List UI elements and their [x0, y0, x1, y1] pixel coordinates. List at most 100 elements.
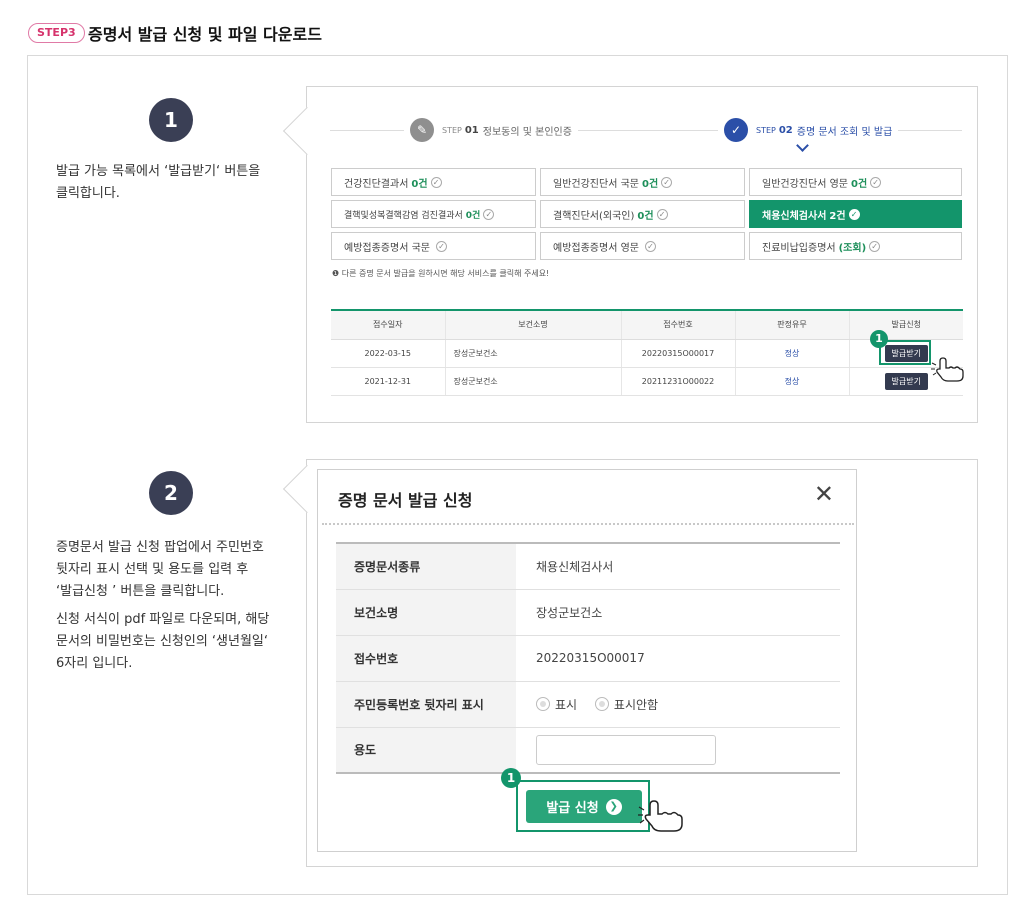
cert-name: 진료비납입증명서: [762, 242, 836, 254]
cert-grid: 건강진단결과서 0건 ✓ 일반건강진단서 국문 0건 ✓ 일반건강진단서 영문 0건 ✓ 결…: [331, 168, 962, 260]
purpose-cell: [516, 727, 840, 774]
desc-line: 클릭합니다.: [56, 186, 120, 201]
callout-marker: 1: [870, 330, 888, 348]
cell-date: 2022-03-15: [331, 339, 446, 368]
cert-item-active[interactable]: 채용신체검사서 2건 ✓: [749, 200, 962, 228]
section2-description: 증명문서 발급 신청 팝업에서 주민번호 뒷자리 표시 선택 및 용도를 입력 …: [56, 537, 296, 675]
cert-name: 결핵및성복결핵감염 검진결과서: [344, 210, 463, 221]
radio-hide[interactable]: [594, 697, 609, 711]
check-circle-icon: ✓: [435, 240, 447, 252]
cert-name: 일반건강진단서 국문: [553, 178, 639, 190]
step-title: 정보동의 및 본인인증: [482, 126, 572, 138]
cert-item[interactable]: 진료비납입증명서 (조회) ✓: [749, 232, 962, 260]
form-row: 용도: [336, 727, 840, 774]
cert-item[interactable]: 결핵진단서(외국인) 0건 ✓: [540, 200, 745, 228]
close-icon[interactable]: ✕: [814, 482, 834, 506]
cert-item[interactable]: 일반건강진단서 영문 0건 ✓: [749, 168, 962, 196]
form-row: 접수번호 20220315O00017: [336, 635, 840, 682]
step-label: STEP: [756, 125, 776, 135]
purpose-input[interactable]: [536, 734, 716, 765]
step-badge: STEP3: [28, 23, 85, 43]
cert-count: 0건: [641, 178, 659, 190]
cert-name: 결핵진단서(외국인): [553, 210, 635, 222]
section1-description: 발급 가능 목록에서 ‘발급받기‘ 버튼을 클릭합니다.: [56, 161, 296, 205]
cell-receipt: 20220315O00017: [621, 339, 736, 368]
desc-line: 증명문서 발급 신청 팝업에서 주민번호: [56, 540, 264, 555]
check-circle-icon: ✓: [430, 176, 442, 188]
submit-label: 발급 신청: [546, 801, 599, 816]
cell-result: 정상: [735, 339, 850, 368]
radio-show[interactable]: [536, 697, 550, 711]
notice-text: ❶ 다른 증명 문서 발급을 원하시면 해당 서비스를 클릭해 주세요!: [332, 269, 550, 278]
field-label: 접수번호: [336, 635, 516, 682]
cert-item[interactable]: 건강진단결과서 0건 ✓: [331, 168, 536, 196]
form-row: 주민등록번호 뒷자리 표시 표시 표시안함: [336, 681, 840, 728]
desc-line: 발급 가능 목록에서 ‘발급받기‘ 버튼을: [56, 164, 261, 179]
radio-label: 표시: [555, 697, 578, 712]
column-header: 보건소명: [445, 310, 622, 340]
step-02[interactable]: ✓ STEP 02 증명 문서 조회 및 발급: [718, 118, 899, 142]
field-label: 보건소명: [336, 589, 516, 636]
field-label: 증명문서종류: [336, 543, 516, 590]
cert-count: 0건: [411, 178, 428, 190]
download-highlight: [879, 340, 931, 365]
check-circle-icon: ✓: [656, 208, 668, 220]
check-circle-icon: ✓: [870, 176, 882, 188]
step-title: 증명 문서 조회 및 발급: [796, 126, 893, 138]
cell-result: 정상: [735, 367, 850, 396]
issuance-table: 접수일자 보건소명 접수번호 판정유무 발급신청 2022-03-15 장성군보…: [331, 309, 963, 396]
issue-form: 증명문서종류 채용신체검사서 보건소명 장성군보건소 접수번호 20220315…: [336, 542, 840, 774]
field-value: 장성군보건소: [516, 589, 840, 636]
column-header: 접수일자: [331, 310, 446, 340]
cert-item[interactable]: 예방접종증명서 국문 ✓: [331, 232, 536, 260]
check-circle-icon: ✓: [483, 208, 495, 220]
check-circle-icon: ✓: [661, 176, 673, 188]
column-header: 판정유무: [735, 310, 850, 340]
dotted-divider: [322, 523, 854, 525]
check-circle-icon: ✓: [848, 208, 860, 220]
cell-office: 장성군보건소: [445, 339, 622, 368]
step-label: STEP: [442, 125, 462, 135]
field-value: 채용신체검사서: [516, 543, 840, 590]
desc-line: 6자리 입니다.: [56, 656, 133, 671]
cert-item[interactable]: 결핵및성복결핵감염 검진결과서 0건 ✓: [331, 200, 536, 228]
cell-date: 2021-12-31: [331, 367, 446, 396]
step-number-2: 2: [149, 471, 193, 515]
table-row: 2022-03-15 장성군보건소 20220315O00017 정상 발급받기: [331, 339, 963, 368]
cert-count: (조회): [838, 242, 867, 254]
step-01[interactable]: ✎ STEP 01 정보동의 및 본인인증: [404, 118, 578, 142]
cert-count: 0건: [850, 178, 868, 190]
column-header: 접수번호: [621, 310, 736, 340]
check-circle-icon: ✓: [869, 240, 881, 252]
column-header: 발급신청: [849, 310, 963, 340]
cert-name: 일반건강진단서 영문: [762, 178, 848, 190]
ssn-display-options: 표시 표시안함: [516, 681, 840, 728]
arrow-right-icon: ❯: [605, 798, 622, 815]
step-num: 02: [778, 124, 793, 136]
pointer-hand-icon: [931, 357, 964, 382]
pointer-hand-icon: [638, 800, 683, 832]
desc-line: 신청 서식이 pdf 파일로 다운되며, 해당: [56, 612, 270, 627]
cert-name: 예방접종증명서 영문: [553, 242, 639, 254]
submit-button[interactable]: 발급 신청 ❯: [526, 790, 642, 823]
desc-line: ‘발급신청 ’ 버튼을 클릭합니다.: [56, 584, 225, 599]
check-icon: ✓: [724, 118, 748, 142]
step-num: 01: [464, 124, 479, 136]
radio-label: 표시안함: [613, 697, 659, 712]
callout-marker: 1: [501, 768, 521, 788]
cert-item[interactable]: 예방접종증명서 영문 ✓: [540, 232, 745, 260]
download-button[interactable]: 발급받기: [884, 372, 928, 390]
desc-line: 뒷자리 표시 선택 및 용도를 입력 후: [56, 562, 249, 577]
form-row: 보건소명 장성군보건소: [336, 589, 840, 636]
table-row: 2021-12-31 장성군보건소 20211231O00022 정상 발급받기: [331, 367, 963, 396]
cert-name: 건강진단결과서: [344, 178, 409, 190]
field-label: 용도: [336, 727, 516, 774]
popup-title: 증명 문서 발급 신청: [338, 491, 473, 510]
cert-name: 채용신체검사서: [762, 210, 827, 222]
cert-count: 2건: [829, 210, 846, 222]
edit-icon: ✎: [410, 118, 434, 142]
cell-office: 장성군보건소: [445, 367, 622, 396]
cert-item[interactable]: 일반건강진단서 국문 0건 ✓: [540, 168, 745, 196]
cert-count: 0건: [465, 210, 481, 221]
cert-name: 예방접종증명서 국문: [344, 242, 430, 254]
